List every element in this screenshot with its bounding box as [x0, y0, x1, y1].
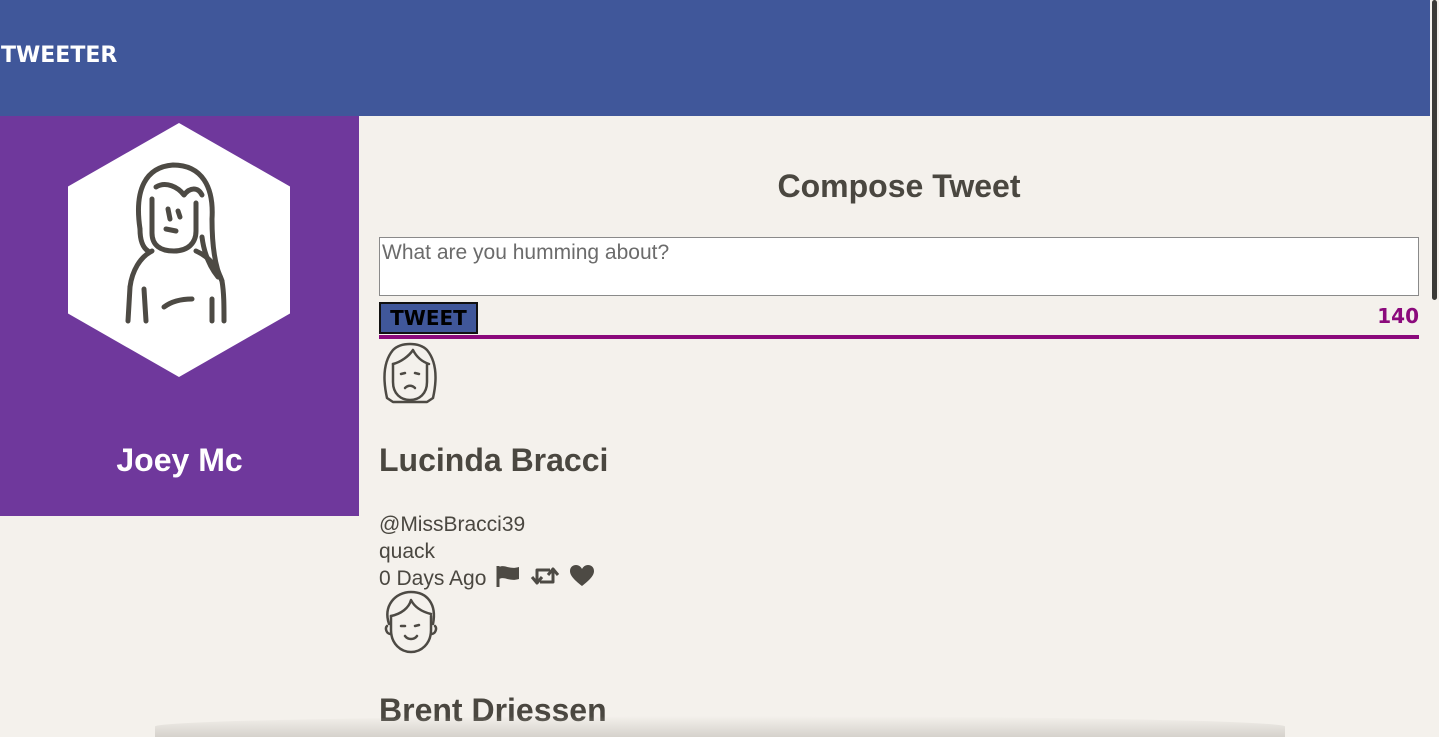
tweet-author-handle: @MissBracci39 — [379, 513, 526, 536]
top-navigation-bar: TWEETER — [0, 0, 1439, 116]
compose-tweet-input[interactable] — [379, 237, 1419, 296]
scrollbar[interactable] — [1430, 0, 1439, 737]
flag-icon[interactable] — [495, 564, 521, 595]
tweet-timestamp: 0 Days Ago — [379, 567, 487, 591]
tweet-button[interactable]: TWEET — [379, 302, 478, 334]
scrollbar-thumb[interactable] — [1432, 0, 1437, 300]
character-counter: 140 — [1377, 304, 1419, 328]
app-logo[interactable]: TWEETER — [1, 42, 117, 70]
retweet-icon[interactable] — [530, 564, 560, 595]
man-face-icon — [384, 590, 438, 654]
heart-icon[interactable] — [569, 564, 595, 595]
profile-avatar — [68, 123, 290, 377]
tweet-content: quack — [379, 540, 436, 563]
bottom-shadow — [155, 716, 1285, 737]
tweet-author-name: Lucinda Bracci — [379, 442, 609, 478]
compose-title: Compose Tweet — [777, 168, 1021, 204]
profile-card: Joey Mc — [0, 116, 359, 516]
woman-face-icon — [383, 342, 437, 404]
compose-divider — [379, 335, 1419, 339]
profile-name: Joey Mc — [116, 442, 243, 478]
woman-avatar-icon — [125, 162, 227, 324]
tweet-actions — [492, 564, 595, 595]
